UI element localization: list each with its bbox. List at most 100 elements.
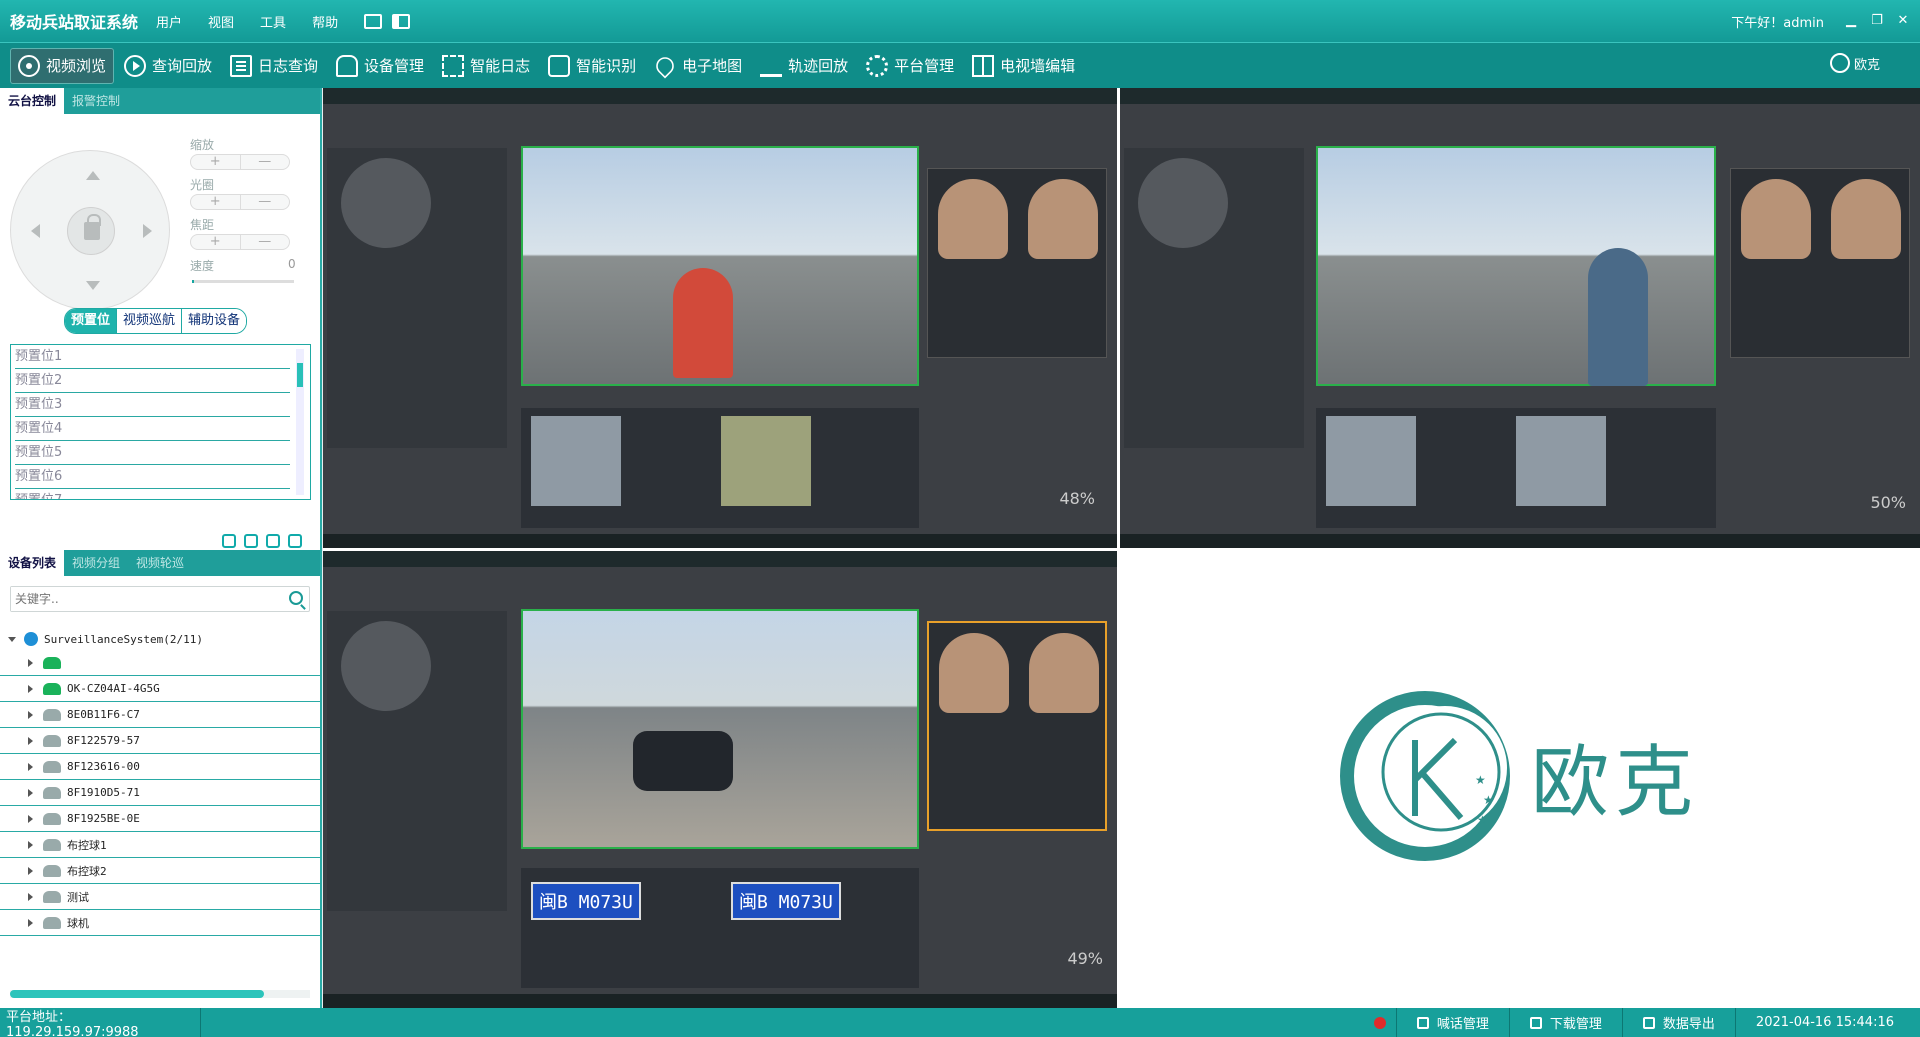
tool-map[interactable]: 电子地图	[646, 48, 750, 84]
tool-platform-manage[interactable]: 平台管理	[858, 48, 962, 84]
expand-icon[interactable]	[28, 866, 33, 875]
iris-plus-button[interactable]: +	[191, 195, 241, 209]
face-thumbnail[interactable]	[939, 633, 1009, 713]
tree-horizontal-scrollbar[interactable]	[10, 990, 310, 998]
tool-smart-recognition[interactable]: 智能识别	[540, 48, 644, 84]
list-item[interactable]: 预置位6	[15, 465, 290, 489]
refresh-icon[interactable]	[222, 534, 236, 548]
pill-video-cruise[interactable]: 视频巡航	[116, 309, 182, 333]
expand-icon[interactable]	[28, 710, 33, 719]
fullscreen-icon[interactable]	[364, 13, 383, 29]
face-thumbnail[interactable]	[1831, 179, 1901, 259]
data-export-button[interactable]: 数据导出	[1621, 1008, 1735, 1037]
ptz-direction-dial[interactable]	[10, 150, 170, 310]
tab-device-list[interactable]: 设备列表	[0, 550, 65, 576]
zoom-stepper[interactable]: + —	[190, 154, 290, 170]
arrow-down-icon[interactable]	[86, 281, 100, 290]
tool-tv-wall[interactable]: 电视墙编辑	[964, 48, 1083, 84]
snapshot-thumbnail[interactable]	[531, 416, 621, 506]
table-row[interactable]: 8F1925BE-0E	[0, 806, 320, 832]
scroll-thumb[interactable]	[297, 363, 303, 387]
expand-icon[interactable]	[28, 736, 33, 745]
table-row[interactable]: 8F123616-00	[0, 754, 320, 780]
focus-stepper[interactable]: + —	[190, 234, 290, 250]
arrow-left-icon[interactable]	[31, 224, 40, 238]
expand-icon[interactable]	[8, 636, 16, 642]
face-thumbnail[interactable]	[1028, 179, 1098, 259]
edit-preset-icon[interactable]	[244, 534, 258, 548]
list-item[interactable]: 预置位7	[15, 489, 290, 499]
expand-icon[interactable]	[28, 658, 33, 667]
face-thumbnail[interactable]	[938, 179, 1008, 259]
pill-aux-device[interactable]: 辅助设备	[181, 309, 247, 333]
expand-icon[interactable]	[28, 684, 33, 693]
snapshot-thumbnail[interactable]	[721, 416, 811, 506]
search-input[interactable]	[11, 587, 271, 611]
tool-video-browse[interactable]: 视频浏览	[10, 47, 115, 84]
video-cell-1[interactable]: 48%	[323, 88, 1117, 548]
tool-track-playback[interactable]: 轨迹回放	[752, 48, 856, 84]
license-plate[interactable]: 闽B M073U	[531, 882, 641, 920]
speed-slider[interactable]	[192, 280, 294, 283]
list-item[interactable]: 预置位5	[15, 441, 290, 465]
close-icon[interactable]: ✕	[1896, 14, 1910, 28]
camera-view[interactable]	[1316, 146, 1716, 386]
preset-scrollbar[interactable]	[296, 349, 304, 495]
expand-icon[interactable]	[28, 814, 33, 823]
iris-stepper[interactable]: + —	[190, 194, 290, 210]
pill-preset[interactable]: 预置位	[65, 309, 117, 333]
zoom-minus-button[interactable]: —	[241, 155, 290, 169]
arrow-right-icon[interactable]	[143, 224, 152, 238]
face-thumbnail[interactable]	[1029, 633, 1099, 713]
expand-icon[interactable]	[28, 892, 33, 901]
focus-minus-button[interactable]: —	[241, 235, 290, 249]
snapshot-thumbnail[interactable]	[1326, 416, 1416, 506]
focus-plus-button[interactable]: +	[191, 235, 241, 249]
expand-icon[interactable]	[28, 762, 33, 771]
alarm-indicator-icon[interactable]	[1373, 1016, 1386, 1029]
ptz-lock-button[interactable]	[67, 207, 115, 255]
table-row[interactable]: 布控球1	[0, 832, 320, 858]
table-row[interactable]: 测试	[0, 884, 320, 910]
scroll-thumb[interactable]	[10, 990, 264, 998]
zoom-plus-button[interactable]: +	[191, 155, 241, 169]
menu-tools[interactable]: 工具	[260, 12, 286, 31]
intercom-manage-button[interactable]: 喊话管理	[1395, 1008, 1509, 1037]
expand-icon[interactable]	[28, 788, 33, 797]
tool-playback[interactable]: 查询回放	[116, 48, 220, 84]
menu-help[interactable]: 帮助	[312, 12, 338, 31]
camera-view[interactable]	[521, 609, 919, 849]
table-row[interactable]: 布控球2	[0, 858, 320, 884]
arrow-up-icon[interactable]	[86, 171, 100, 180]
expand-icon[interactable]	[28, 840, 33, 849]
delete-preset-icon[interactable]	[266, 534, 280, 548]
minimize-icon[interactable]: ▁	[1844, 14, 1858, 28]
table-row[interactable]: OK-CZ04AI-4G5G	[0, 676, 320, 702]
restore-icon[interactable]: ❐	[1870, 14, 1884, 28]
expand-icon[interactable]	[28, 918, 33, 927]
list-item[interactable]: 预置位4	[15, 417, 290, 441]
search-icon[interactable]	[289, 591, 303, 605]
list-item[interactable]: 预置位2	[15, 369, 290, 393]
tool-device-manage[interactable]: 设备管理	[328, 48, 432, 84]
snapshot-thumbnail[interactable]	[1516, 416, 1606, 506]
tab-video-group[interactable]: 视频分组	[64, 550, 128, 576]
tool-log-query[interactable]: 日志查询	[222, 48, 326, 84]
tool-smart-log[interactable]: 智能日志	[434, 48, 538, 84]
tab-ptz-control[interactable]: 云台控制	[0, 88, 65, 114]
download-manage-button[interactable]: 下载管理	[1508, 1008, 1622, 1037]
table-row[interactable]: 球机	[0, 910, 320, 936]
menu-user[interactable]: 用户	[156, 12, 182, 31]
menu-view[interactable]: 视图	[208, 12, 234, 31]
tree-root[interactable]: SurveillanceSystem(2/11)	[0, 628, 320, 650]
list-item[interactable]: 预置位3	[15, 393, 290, 417]
camera-view[interactable]	[521, 146, 919, 386]
list-item[interactable]: 预置位1	[15, 345, 290, 369]
table-row[interactable]: 8F122579-57	[0, 728, 320, 754]
tab-video-patrol[interactable]: 视频轮巡	[128, 550, 192, 576]
tab-alarm-control[interactable]: 报警控制	[64, 88, 128, 114]
table-row[interactable]: 8E0B11F6-C7	[0, 702, 320, 728]
iris-minus-button[interactable]: —	[241, 195, 290, 209]
table-row[interactable]: 8F1910D5-71	[0, 780, 320, 806]
license-plate[interactable]: 闽B M073U	[731, 882, 841, 920]
